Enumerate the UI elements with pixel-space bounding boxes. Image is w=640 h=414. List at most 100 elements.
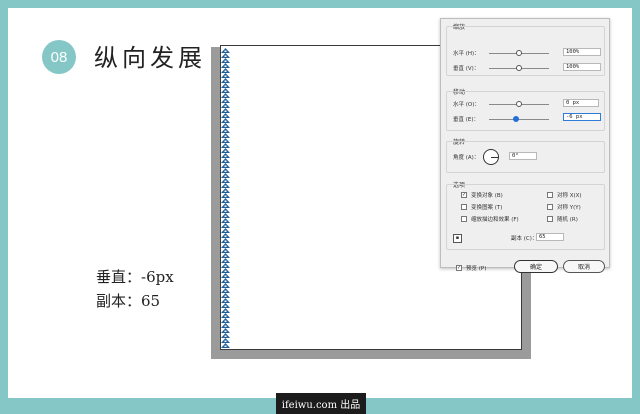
pattern-dot <box>224 70 227 72</box>
pattern-dot <box>224 90 227 92</box>
pattern-dot <box>224 155 227 157</box>
cancel-button[interactable]: 取消 <box>563 260 605 273</box>
pattern-dot <box>224 210 227 212</box>
pattern-dot <box>224 320 227 322</box>
pattern-dot <box>224 280 227 282</box>
pattern-dot <box>224 310 227 312</box>
slider-knob[interactable] <box>516 50 522 56</box>
footer-credit: ifeiwu.com 出品 <box>276 393 366 414</box>
pattern-dot <box>224 85 227 87</box>
scale-horizontal-label: 水平 (H)： <box>453 51 480 57</box>
pattern-dot <box>224 80 227 82</box>
scale-horizontal-slider[interactable] <box>489 50 549 56</box>
ok-button[interactable]: 确定 <box>514 260 558 273</box>
pattern-dot <box>224 315 227 317</box>
pattern-dot <box>224 205 227 207</box>
move-vertical-row: 垂直 (E)： <box>453 115 549 123</box>
pattern-dot <box>224 325 227 327</box>
move-vertical-input[interactable]: -6 px <box>563 113 601 121</box>
pattern-dot <box>224 150 227 152</box>
pattern-dot <box>224 140 227 142</box>
rotate-row: 角度 (A)： <box>453 149 499 165</box>
pattern-dot <box>224 175 227 177</box>
scale-vertical-label: 垂直 (V)： <box>453 66 480 72</box>
pattern-dot <box>224 295 227 297</box>
pattern-dot <box>224 290 227 292</box>
scale-vertical-row: 垂直 (V)： <box>453 64 549 72</box>
angle-dial-icon[interactable] <box>483 149 499 165</box>
repeated-pattern-graphic <box>221 48 230 348</box>
move-vertical-slider[interactable] <box>489 116 549 122</box>
move-horizontal-input[interactable]: 0 px <box>563 99 599 107</box>
pattern-strip <box>221 48 230 348</box>
checkbox-icon[interactable] <box>461 216 467 222</box>
pattern-dot <box>224 220 227 222</box>
copies-input[interactable]: 65 <box>536 233 564 241</box>
checkbox-icon[interactable] <box>461 204 467 210</box>
pattern-dot <box>224 195 227 197</box>
pattern-dot <box>224 345 227 347</box>
pattern-dot <box>224 330 227 332</box>
pattern-dot <box>224 55 227 57</box>
pattern-dot <box>224 115 227 117</box>
copies-row: 副本 (C)： <box>511 234 537 242</box>
option-label: 对称 X(X) <box>557 193 582 199</box>
note-copies: 副本：65 <box>96 292 161 310</box>
pattern-dot <box>224 130 227 132</box>
slider-knob[interactable] <box>516 65 522 71</box>
preview-label: 预览 (P) <box>466 266 487 272</box>
pattern-dot <box>224 145 227 147</box>
rotate-angle-input[interactable]: 0° <box>509 152 537 160</box>
pattern-dot <box>224 250 227 252</box>
pattern-dot <box>224 50 227 52</box>
slider-knob[interactable] <box>516 101 522 107</box>
pattern-dot <box>224 100 227 102</box>
reference-point-icon[interactable]: ▪ <box>453 234 462 243</box>
note-vertical-offset: 垂直：-6px <box>96 268 174 286</box>
preview-option[interactable]: ✓ 预览 (P) <box>456 264 486 272</box>
option-reflect-x[interactable]: 对称 X(X) <box>547 191 582 199</box>
option-transform-objects[interactable]: ✓ 变换对象 (B) <box>461 191 503 199</box>
pattern-dot <box>224 185 227 187</box>
pattern-dot <box>224 235 227 237</box>
move-group <box>446 91 605 131</box>
pattern-dot <box>224 165 227 167</box>
step-number-badge: 08 <box>42 40 76 74</box>
pattern-dot <box>224 190 227 192</box>
move-horizontal-label: 水平 (O)： <box>453 102 480 108</box>
pattern-dot <box>224 75 227 77</box>
checkbox-icon[interactable]: ✓ <box>461 192 467 198</box>
scale-vertical-slider[interactable] <box>489 65 549 71</box>
pattern-dot <box>224 215 227 217</box>
option-scale-strokes[interactable]: 缩放描边和效果 (F) <box>461 215 519 223</box>
pattern-dot <box>224 265 227 267</box>
move-vertical-label: 垂直 (E)： <box>453 117 480 123</box>
scale-vertical-input[interactable]: 100% <box>563 63 601 71</box>
pattern-dot <box>224 65 227 67</box>
pattern-dot <box>224 340 227 342</box>
pattern-dot <box>224 300 227 302</box>
pattern-dot <box>224 270 227 272</box>
pattern-dot <box>224 120 227 122</box>
option-reflect-y[interactable]: 对称 Y(Y) <box>547 203 581 211</box>
checkbox-icon[interactable]: ✓ <box>456 265 462 271</box>
option-label: 缩放描边和效果 (F) <box>471 217 519 223</box>
checkbox-icon[interactable] <box>547 216 553 222</box>
transform-each-dialog: 缩放 水平 (H)： 100% 垂直 (V)： 100% 移动 水平 (O)： … <box>440 18 610 273</box>
pattern-dot <box>224 335 227 337</box>
pattern-dot <box>224 225 227 227</box>
scale-horizontal-row: 水平 (H)： <box>453 49 549 57</box>
checkbox-icon[interactable] <box>547 192 553 198</box>
move-horizontal-slider[interactable] <box>489 101 549 107</box>
pattern-dot <box>224 240 227 242</box>
pattern-dot <box>224 160 227 162</box>
option-label: 变换对象 (B) <box>471 193 503 199</box>
option-random[interactable]: 随机 (R) <box>547 215 578 223</box>
checkbox-icon[interactable] <box>547 204 553 210</box>
slider-knob[interactable] <box>513 116 519 122</box>
scale-horizontal-input[interactable]: 100% <box>563 48 601 56</box>
pattern-dot <box>224 245 227 247</box>
option-transform-patterns[interactable]: 变换图案 (T) <box>461 203 502 211</box>
pattern-dot <box>224 110 227 112</box>
pattern-dot <box>224 285 227 287</box>
